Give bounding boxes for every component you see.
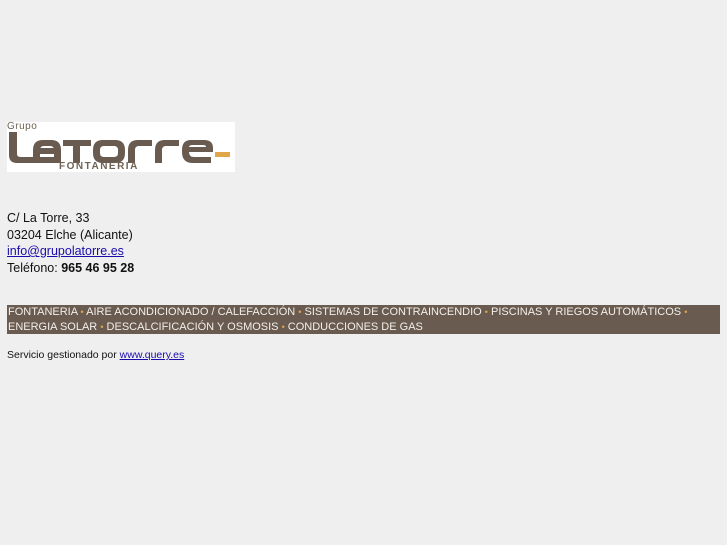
service-item: SISTEMAS DE CONTRAINCENDIO	[304, 306, 482, 318]
logo-fontaneria-text: FONTANERIA	[59, 161, 139, 172]
service-item: DESCALCIFICACIÓN Y OSMOSIS	[106, 320, 279, 333]
separator-bullet: •	[100, 321, 104, 332]
company-logo: Grupo FONTANERIA	[7, 121, 235, 172]
query-link[interactable]: www.query.es	[120, 349, 185, 361]
service-item: PISCINAS Y RIEGOS AUTOMÁTICOS	[491, 306, 682, 318]
separator-bullet: •	[281, 321, 285, 332]
credits-text: Servicio gestionado por	[7, 349, 117, 361]
phone-label: Teléfono:	[7, 260, 58, 275]
service-item: ENERGIA SOLAR	[8, 320, 98, 333]
credits-line: Servicio gestionado por www.query.es	[7, 349, 184, 361]
phone-number: 965 46 95 28	[61, 260, 135, 275]
address-city: 03204 Elche (Alicante)	[7, 227, 133, 242]
email-link[interactable]: info@grupolatorre.es	[7, 244, 124, 258]
logo-wordmark	[9, 132, 230, 163]
services-bar: FONTANERIA • AIRE ACONDICIONADO / CALEFA…	[7, 305, 720, 334]
phone-line: Teléfono: 965 46 95 28	[7, 260, 134, 277]
page: Grupo FONTANERIA C/ La Torre, 33 03204 E…	[0, 0, 727, 545]
service-item: AIRE ACONDICIONADO / CALEFACCIÓN	[86, 306, 296, 318]
separator-bullet: •	[484, 307, 488, 317]
address-block: C/ La Torre, 33 03204 Elche (Alicante) i…	[7, 210, 134, 276]
separator-bullet: •	[684, 307, 688, 317]
separator-bullet: •	[80, 307, 84, 317]
address-street: C/ La Torre, 33	[7, 211, 90, 225]
service-item: FONTANERIA	[8, 306, 78, 318]
separator-bullet: •	[298, 307, 302, 317]
service-item: CONDUCCIONES DE GAS	[287, 320, 423, 333]
